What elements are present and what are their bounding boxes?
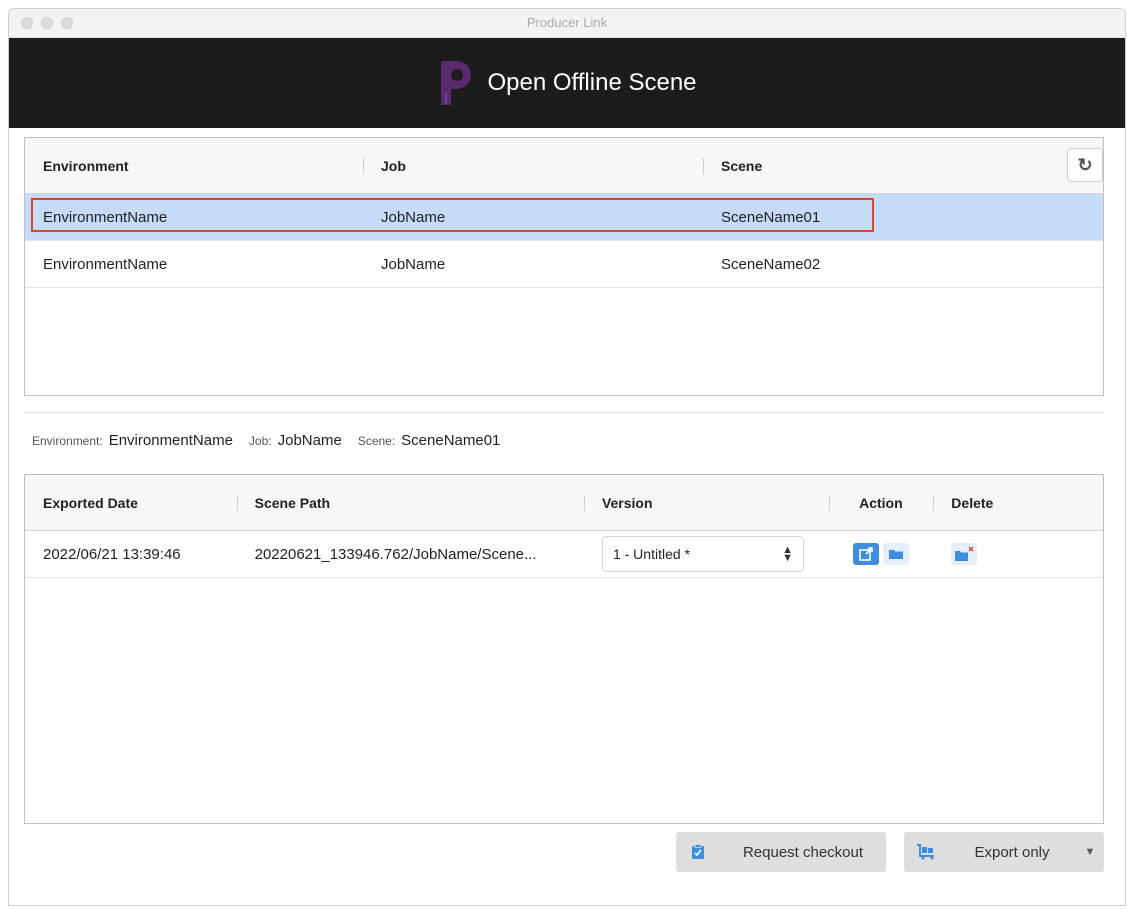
table-row[interactable]: EnvironmentName JobName SceneName02: [25, 241, 1103, 288]
column-header-scene[interactable]: Scene: [703, 157, 1063, 174]
column-header-delete-label: Delete: [951, 494, 994, 511]
column-header-delete[interactable]: Delete: [933, 494, 1103, 511]
summary-env-value: EnvironmentName: [108, 432, 233, 449]
export-only-label: Export only: [974, 843, 1050, 861]
row-scene-path: 20220621_133946.762/JobName/Scene...: [254, 545, 537, 563]
page-title: Open Offline Scene: [487, 69, 697, 96]
table-row[interactable]: 2022/06/21 13:39:46 20220621_133946.762/…: [25, 531, 1103, 578]
column-header-job[interactable]: Job: [363, 157, 703, 174]
version-select-value: 1 - Untitled *: [612, 546, 690, 562]
column-header-version[interactable]: Version: [583, 494, 829, 511]
summary-scene-key: Scene:: [357, 433, 396, 448]
minimize-window-button[interactable]: [41, 17, 53, 29]
column-header-scene-path[interactable]: Scene Path: [236, 494, 584, 511]
window-controls: [21, 17, 73, 29]
action-cell: [829, 543, 934, 565]
row-scene: SceneName01: [721, 208, 821, 226]
request-checkout-button[interactable]: Request checkout: [676, 832, 886, 872]
column-header-environment[interactable]: Environment: [25, 158, 363, 174]
header-banner: Open Offline Scene: [9, 38, 1125, 128]
request-checkout-label: Request checkout: [742, 843, 864, 861]
environment-table: Environment Job Scene ↻ EnvironmentName …: [24, 137, 1104, 396]
row-scene: SceneName02: [721, 255, 821, 273]
table-header: Exported Date Scene Path Version Action …: [25, 475, 1103, 531]
export-table: Exported Date Scene Path Version Action …: [24, 474, 1104, 824]
column-header-action-label: Action: [859, 494, 903, 511]
refresh-icon: ↻: [1077, 154, 1093, 175]
section-divider: [24, 412, 1104, 413]
open-scene-button[interactable]: [852, 543, 879, 565]
column-header-scene-path-label: Scene Path: [254, 494, 331, 511]
column-header-exported-date[interactable]: Exported Date: [25, 495, 237, 511]
summary-job-value: JobName: [277, 432, 342, 449]
external-link-icon: [859, 547, 873, 561]
window-title: Producer Link: [526, 15, 608, 30]
close-window-button[interactable]: [21, 17, 33, 29]
clipboard-check-icon: [676, 844, 720, 860]
select-arrows-icon: ▲ ▼: [782, 544, 793, 564]
row-exported-date: 2022/06/21 13:39:46: [43, 545, 181, 563]
folder-delete-icon: [955, 546, 974, 561]
column-header-action[interactable]: Action: [828, 494, 934, 511]
version-select[interactable]: 1 - Untitled * ▲ ▼: [601, 536, 804, 572]
delete-cell: [933, 543, 1103, 565]
column-header-scene-label: Scene: [721, 157, 763, 174]
summary-env-key: Environment:: [32, 433, 103, 448]
refresh-button[interactable]: ↻: [1067, 148, 1103, 182]
row-job: JobName: [381, 208, 446, 226]
row-job: JobName: [381, 255, 446, 273]
title-bar: Producer Link: [9, 9, 1125, 38]
zoom-window-button[interactable]: [61, 17, 73, 29]
version-cell: 1 - Untitled * ▲ ▼: [584, 536, 829, 572]
folder-icon: [888, 550, 903, 559]
summary-job-key: Job:: [248, 433, 272, 448]
summary-scene-value: SceneName01: [401, 432, 501, 449]
selection-summary: Environment: EnvironmentName Job: JobNam…: [32, 432, 510, 449]
column-header-version-label: Version: [601, 494, 653, 511]
row-environment: EnvironmentName: [43, 255, 168, 273]
row-environment: EnvironmentName: [43, 208, 168, 226]
column-header-job-label: Job: [381, 157, 406, 174]
producer-logo-icon: [437, 57, 473, 109]
table-header: Environment Job Scene ↻: [25, 138, 1103, 194]
export-cart-icon: [904, 844, 948, 860]
table-row[interactable]: EnvironmentName JobName SceneName01: [25, 194, 1103, 241]
dropdown-caret-icon[interactable]: ▼: [1076, 846, 1104, 858]
open-folder-button[interactable]: [882, 543, 909, 565]
export-only-button[interactable]: Export only ▼: [904, 832, 1104, 872]
delete-export-button[interactable]: [951, 543, 978, 565]
